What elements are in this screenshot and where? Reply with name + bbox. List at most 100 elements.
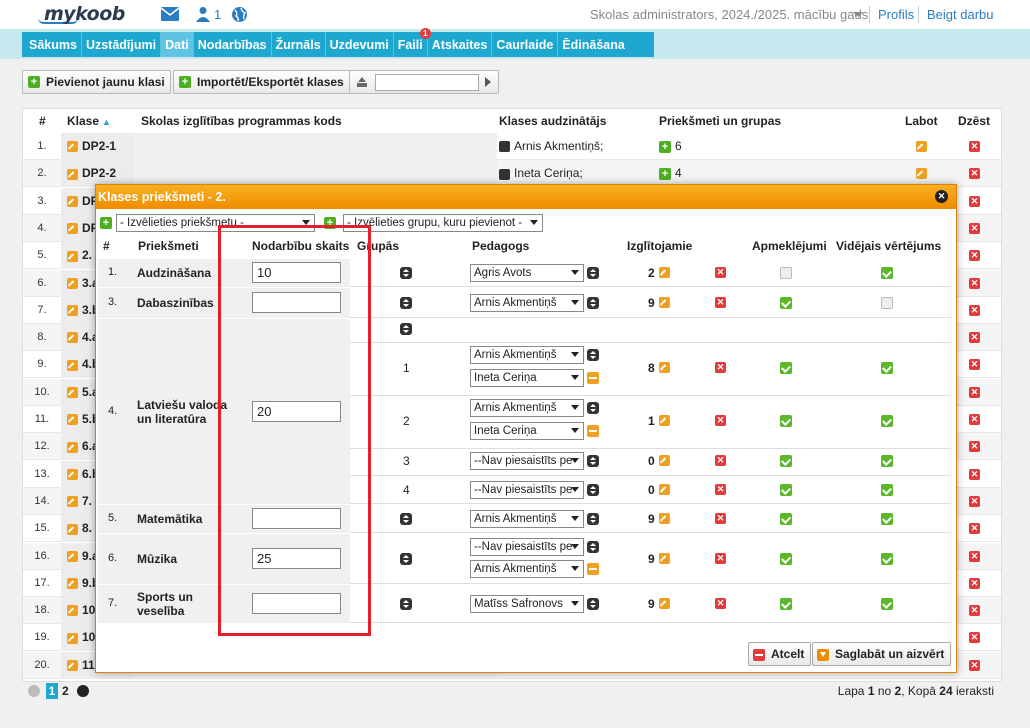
average-checkbox[interactable] — [881, 415, 893, 427]
school-year-selector[interactable]: Skolas administrators, 2024./2025. mācīb… — [590, 7, 868, 22]
delete-icon[interactable]: ✕ — [969, 550, 980, 562]
class-link[interactable]: DP2-2 — [67, 166, 116, 180]
add-class-button[interactable]: + Pievienot jaunu klasi — [22, 70, 171, 94]
chevron-down-icon[interactable] — [853, 12, 863, 17]
nav-item-uzdevumi[interactable]: Uzdevumi — [326, 32, 394, 57]
students-count[interactable]: 9 — [648, 296, 655, 310]
next-page-icon[interactable] — [77, 685, 89, 697]
delete-icon[interactable]: ✕ — [969, 277, 980, 289]
delete-icon[interactable]: ✕ — [715, 553, 726, 564]
average-checkbox[interactable] — [881, 513, 893, 525]
teacher-select[interactable]: Arnis Akmentiņš — [470, 560, 584, 578]
delete-icon[interactable]: ✕ — [715, 598, 726, 609]
average-checkbox[interactable] — [881, 483, 893, 496]
save-and-close-button[interactable]: Saglabāt un aizvērt — [812, 642, 952, 666]
class-link[interactable]: 4.a — [67, 330, 99, 344]
reorder-icon[interactable] — [587, 483, 599, 496]
attendance-checkbox[interactable] — [780, 267, 792, 279]
delete-icon[interactable]: ✕ — [969, 605, 980, 617]
delete-icon[interactable]: ✕ — [969, 577, 980, 589]
reorder-icon[interactable] — [400, 513, 412, 525]
edit-icon[interactable] — [659, 415, 670, 426]
reorder-icon[interactable] — [587, 598, 599, 610]
students-count[interactable]: 2 — [648, 266, 655, 280]
reorder-icon[interactable] — [587, 402, 599, 414]
class-link[interactable]: 8. — [67, 521, 92, 535]
group-select[interactable]: - Izvēlieties grupu, kuru pievienot - — [343, 214, 543, 232]
nav-item-uzstadijumi[interactable]: Uzstādījumi — [82, 32, 162, 57]
edit-icon[interactable] — [659, 553, 670, 564]
class-link[interactable]: DP — [67, 221, 99, 235]
subjects-cell[interactable]: +6 — [659, 139, 682, 153]
reorder-icon[interactable] — [587, 349, 599, 361]
delete-icon[interactable]: ✕ — [715, 483, 726, 495]
edit-icon[interactable] — [659, 362, 670, 373]
delete-icon[interactable]: ✕ — [969, 195, 980, 207]
edit-icon[interactable] — [659, 267, 670, 278]
delete-icon[interactable]: ✕ — [969, 414, 980, 425]
reorder-icon[interactable] — [400, 297, 412, 309]
nav-item-atskaites[interactable]: Atskaites — [428, 32, 493, 57]
delete-icon[interactable]: ✕ — [969, 659, 980, 671]
edit-icon[interactable] — [659, 513, 670, 524]
students-count[interactable]: 8 — [648, 361, 655, 375]
teacher-select[interactable]: Agris Avots — [470, 264, 584, 282]
teacher-select[interactable]: --Nav piesaistīts pe — [470, 452, 584, 470]
students-count[interactable]: 1 — [648, 414, 655, 428]
delete-icon[interactable]: ✕ — [969, 250, 980, 262]
teacher-select[interactable]: Arnis Akmentiņš — [470, 399, 584, 417]
nav-item-faili[interactable]: Faili 1 — [394, 28, 431, 57]
class-link[interactable]: 5.a — [67, 385, 99, 399]
delete-icon[interactable]: ✕ — [969, 332, 980, 344]
teacher-select[interactable]: Ineta Ceriņa — [470, 369, 584, 387]
remove-teacher-icon[interactable] — [587, 563, 599, 575]
delete-icon[interactable]: ✕ — [969, 304, 980, 316]
students-count[interactable]: 9 — [648, 512, 655, 526]
average-checkbox[interactable] — [881, 553, 893, 565]
delete-icon[interactable]: ✕ — [715, 362, 726, 373]
edit-icon[interactable] — [916, 141, 927, 152]
reorder-icon[interactable] — [587, 513, 599, 525]
students-count[interactable]: 0 — [648, 454, 655, 468]
col-header-class[interactable]: Klase ▲ — [67, 114, 111, 128]
profile-link[interactable]: Profils — [878, 7, 914, 22]
attendance-checkbox[interactable] — [780, 297, 792, 309]
edit-icon[interactable] — [659, 483, 670, 495]
file-input[interactable] — [375, 74, 479, 91]
attendance-checkbox[interactable] — [780, 483, 792, 496]
attendance-checkbox[interactable] — [780, 513, 792, 525]
class-link[interactable]: 6.a — [67, 439, 99, 453]
globe-icon[interactable] — [231, 6, 248, 26]
close-icon[interactable]: ✕ — [935, 190, 948, 203]
play-icon[interactable] — [485, 77, 491, 87]
logout-link[interactable]: Beigt darbu — [927, 7, 994, 22]
edit-icon[interactable] — [916, 168, 927, 180]
nav-item-sakums[interactable]: Sākums — [25, 32, 82, 57]
delete-icon[interactable]: ✕ — [969, 468, 980, 480]
delete-icon[interactable]: ✕ — [715, 267, 726, 278]
nav-item-edinasana[interactable]: Ēdināšana — [558, 32, 629, 57]
delete-icon[interactable]: ✕ — [715, 455, 726, 466]
class-link[interactable]: 2. — [67, 248, 92, 262]
page-1[interactable]: 1 — [46, 683, 58, 699]
remove-teacher-icon[interactable] — [587, 372, 599, 384]
students-count[interactable]: 9 — [648, 552, 655, 566]
reorder-icon[interactable] — [400, 553, 412, 565]
teacher-select[interactable]: --Nav piesaistīts pe — [470, 480, 584, 499]
teacher-select[interactable]: Matīss Safronovs — [470, 595, 584, 613]
nav-item-dati[interactable]: Dati — [161, 32, 194, 57]
delete-icon[interactable]: ✕ — [969, 523, 980, 535]
teacher-select[interactable]: Ineta Ceriņa — [470, 422, 584, 440]
class-link[interactable]: 9.a — [67, 549, 99, 563]
mail-icon[interactable] — [160, 6, 180, 25]
user-count[interactable]: 1 — [214, 7, 221, 22]
remove-teacher-icon[interactable] — [587, 425, 599, 437]
nav-item-nodarbibas[interactable]: Nodarbības — [194, 32, 272, 57]
attendance-checkbox[interactable] — [780, 553, 792, 565]
attendance-checkbox[interactable] — [780, 455, 792, 467]
students-count[interactable]: 0 — [648, 483, 655, 497]
reorder-icon[interactable] — [587, 455, 599, 467]
attendance-checkbox[interactable] — [780, 598, 792, 610]
logo[interactable]: mykoob — [44, 3, 125, 25]
delete-icon[interactable]: ✕ — [969, 386, 980, 398]
